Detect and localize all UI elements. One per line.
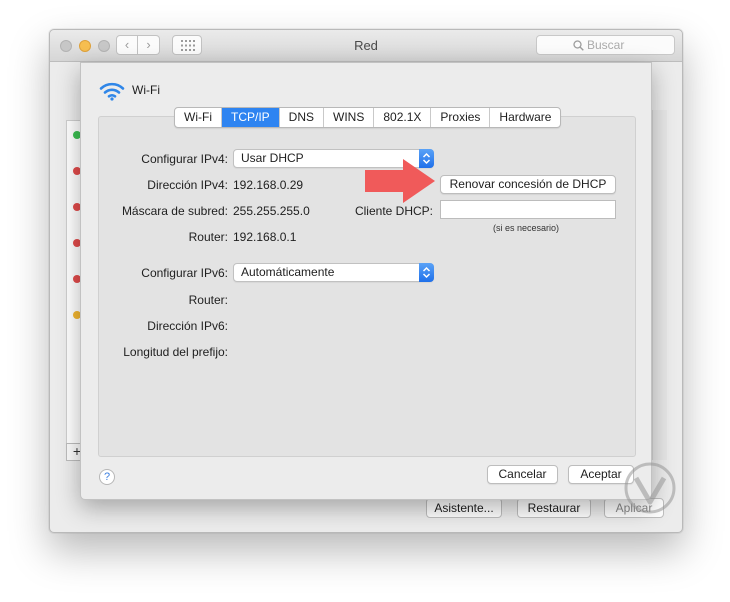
chevron-updown-icon	[422, 266, 431, 279]
router-label: Router:	[188, 230, 228, 244]
details-panel-edge	[652, 110, 667, 460]
tab-bar: Wi-Fi TCP/IP DNS WINS 802.1X Proxies Har…	[174, 107, 562, 128]
watermark-logo	[624, 462, 676, 514]
ipv4-address-label: Dirección IPv4:	[147, 178, 228, 192]
prefix-length-label: Longitud del prefijo:	[123, 345, 228, 359]
subnet-mask-value: 255.255.255.0	[233, 204, 310, 218]
search-field[interactable]: Buscar	[536, 35, 675, 55]
configure-ipv4-value: Usar DHCP	[241, 151, 304, 165]
dhcp-client-hint: (si es necesario)	[493, 223, 560, 233]
configure-ipv6-label: Configurar IPv6:	[141, 266, 228, 280]
ipv6-address-label: Dirección IPv6:	[147, 319, 228, 333]
ipv6-router-label: Router:	[188, 293, 228, 307]
red-arrow-annotation	[365, 159, 435, 203]
tab-wins[interactable]: WINS	[324, 108, 375, 127]
tab-wifi[interactable]: Wi-Fi	[175, 108, 222, 127]
dhcp-client-input[interactable]	[440, 200, 616, 219]
tab-dns[interactable]: DNS	[280, 108, 324, 127]
dhcp-client-label: Cliente DHCP:	[354, 204, 433, 218]
restore-button[interactable]: Restaurar	[517, 498, 591, 518]
configure-ipv6-value: Automáticamente	[241, 265, 335, 279]
search-placeholder: Buscar	[587, 38, 625, 52]
configure-ipv6-select[interactable]: Automáticamente	[233, 263, 434, 282]
advanced-settings-sheet: Wi-Fi Wi-Fi TCP/IP DNS WINS 802.1X Proxi…	[80, 62, 652, 500]
router-value: 192.168.0.1	[233, 230, 297, 244]
wifi-icon	[99, 82, 125, 101]
search-icon	[573, 40, 584, 51]
tab-hardware[interactable]: Hardware	[490, 108, 560, 127]
help-button[interactable]: ?	[99, 469, 115, 485]
cancel-button[interactable]: Cancelar	[487, 465, 558, 484]
title-bar: ‹ › Red Buscar	[50, 30, 682, 62]
tab-proxies[interactable]: Proxies	[431, 108, 491, 127]
subnet-mask-label: Máscara de subred:	[121, 204, 228, 218]
assistant-button[interactable]: Asistente...	[426, 498, 502, 518]
service-name: Wi-Fi	[132, 83, 160, 97]
ipv4-address-value: 192.168.0.29	[233, 178, 304, 192]
select-stepper	[419, 263, 434, 282]
configure-ipv4-label: Configurar IPv4:	[141, 152, 228, 166]
tab-8021x[interactable]: 802.1X	[374, 108, 432, 127]
renew-dhcp-lease-button[interactable]: Renovar concesión de DHCP	[440, 175, 616, 194]
tab-tcpip[interactable]: TCP/IP	[221, 108, 280, 127]
